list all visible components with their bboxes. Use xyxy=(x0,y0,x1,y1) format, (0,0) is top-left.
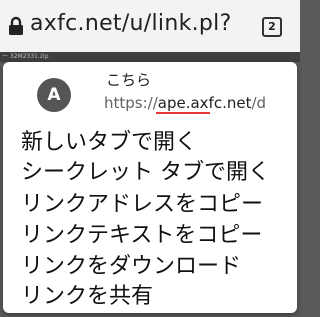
link-url-prefix: https:// xyxy=(104,94,158,112)
page-content: ー 32M2331.zip xyxy=(0,52,300,62)
open-in-new-tab-item[interactable]: 新しいタブで開く xyxy=(21,127,197,159)
download-link-item[interactable]: リンクをダウンロード xyxy=(21,251,241,283)
tab-switcher-button[interactable]: 2 xyxy=(262,17,282,37)
page-filename-text: ー 32M2331.zip xyxy=(2,53,49,60)
link-title: こちら xyxy=(106,71,152,89)
copy-link-text-item[interactable]: リンクテキストをコピー xyxy=(21,220,262,252)
link-url-domain: ape.axfc.net xyxy=(157,94,252,112)
lock-icon[interactable] xyxy=(8,16,24,36)
address-bar[interactable]: axfc.net/u/link.pl? 2 xyxy=(0,0,300,52)
url-highlight-underline xyxy=(156,112,210,114)
link-url-suffix: /d xyxy=(251,94,267,112)
site-avatar-icon: A xyxy=(37,78,71,112)
url-text[interactable]: axfc.net/u/link.pl? xyxy=(30,8,232,40)
share-link-item[interactable]: リンクを共有 xyxy=(21,281,153,313)
copy-link-address-item[interactable]: リンクアドレスをコピー xyxy=(21,189,263,221)
link-context-menu: A こちら https://ape.axfc.net/d 新しいタブで開く シー… xyxy=(3,62,297,313)
open-in-incognito-tab-item[interactable]: シークレット タブで開く xyxy=(21,157,270,189)
link-url: https://ape.axfc.net/d xyxy=(104,93,290,113)
